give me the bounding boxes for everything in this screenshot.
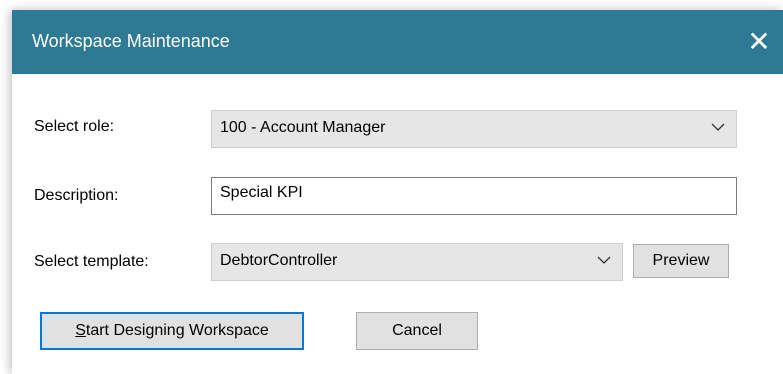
template-select[interactable]: DebtorController — [211, 243, 623, 281]
chevron-down-icon — [711, 123, 725, 131]
window-title: Workspace Maintenance — [32, 31, 230, 51]
cancel-button[interactable]: Cancel — [356, 312, 478, 350]
select-role-label: Select role: — [34, 118, 115, 135]
description-value: Special KPI — [220, 184, 303, 201]
mnemonic-underline: S — [75, 322, 86, 339]
start-designing-workspace-label: Start Designing Workspace — [42, 314, 302, 348]
workspace-maintenance-dialog: Workspace Maintenance ✕ Select role: 100… — [12, 10, 783, 374]
close-icon[interactable]: ✕ — [735, 10, 783, 74]
role-select-value: 100 - Account Manager — [220, 119, 386, 136]
preview-button[interactable]: Preview — [633, 244, 729, 278]
start-designing-workspace-button[interactable]: Start Designing Workspace — [40, 312, 304, 350]
start-designing-workspace-text: tart Designing Workspace — [85, 322, 269, 339]
cancel-button-label: Cancel — [392, 322, 442, 339]
preview-button-label: Preview — [652, 252, 710, 269]
template-select-value: DebtorController — [220, 252, 338, 269]
title-bar: Workspace Maintenance ✕ — [12, 10, 783, 74]
description-label: Description: — [34, 187, 119, 204]
role-select[interactable]: 100 - Account Manager — [211, 110, 737, 148]
select-template-label: Select template: — [34, 253, 149, 270]
description-field[interactable]: Special KPI — [211, 177, 737, 215]
chevron-down-icon — [597, 256, 611, 264]
